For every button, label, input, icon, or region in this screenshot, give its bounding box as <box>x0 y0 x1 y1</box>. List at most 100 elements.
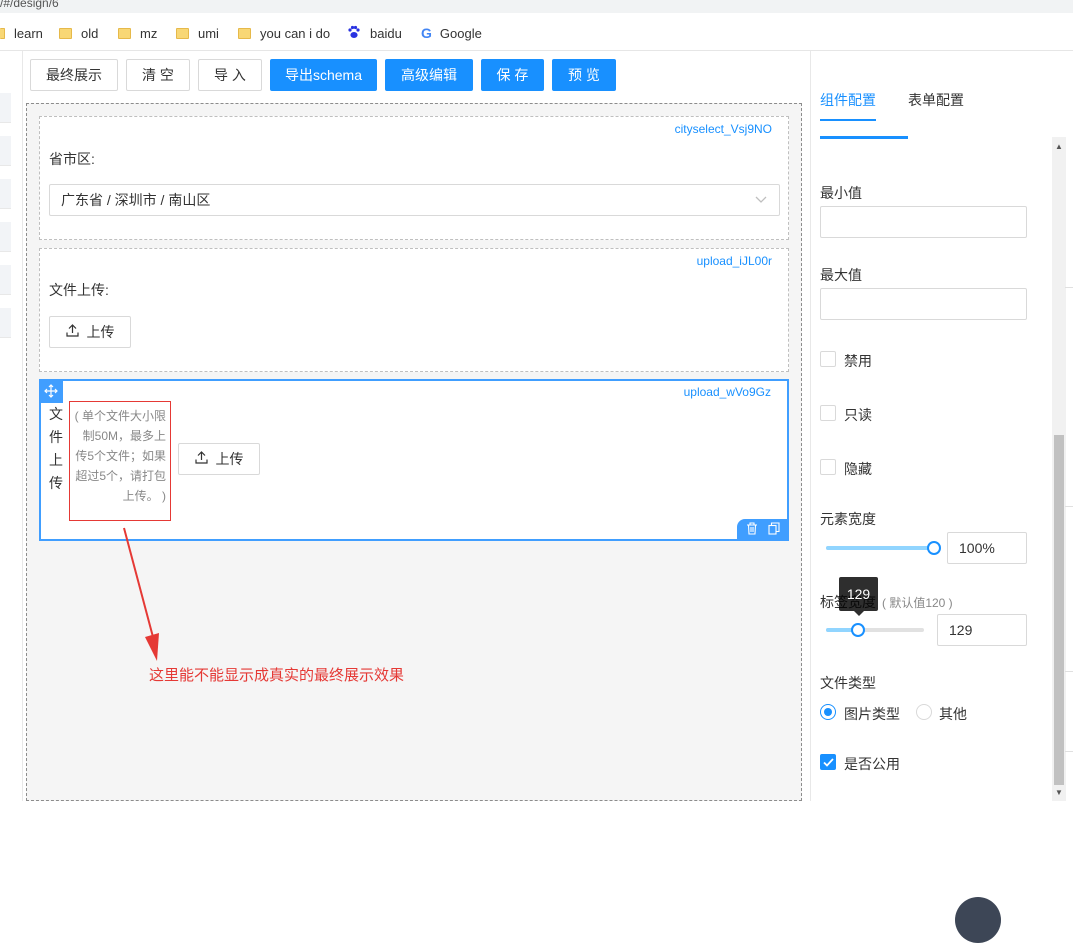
width-slider-fill <box>826 546 934 550</box>
bookmark-baidu[interactable]: baidu <box>347 24 402 42</box>
width-slider[interactable] <box>826 546 934 550</box>
google-g-icon: G <box>421 25 432 41</box>
max-value-input[interactable] <box>820 288 1027 320</box>
hidden-label: 隐藏 <box>844 461 872 477</box>
hint-line: 制50M，最多上 <box>82 429 166 443</box>
label-width-slider[interactable] <box>826 628 924 632</box>
folder-icon <box>118 27 131 39</box>
check-icon <box>822 757 834 767</box>
folder-icon <box>59 27 72 39</box>
city-cascader[interactable]: 广东省 / 深圳市 / 南山区 <box>49 184 780 216</box>
label-width-hint: ( 默认值120 ) <box>882 596 953 610</box>
readonly-label: 只读 <box>844 407 872 423</box>
bookmark-mz[interactable]: mz <box>118 24 157 42</box>
disabled-checkbox[interactable] <box>820 351 836 367</box>
label-char: 件 <box>49 429 63 445</box>
radio-other[interactable] <box>916 704 932 720</box>
upload-button[interactable]: 上传 <box>178 443 260 475</box>
field-id: upload_wVo9Gz <box>683 385 771 399</box>
upload-hint-text: ( 单个文件大小限 制50M，最多上 传5个文件；如果 超过5个，请打包 上传。… <box>69 401 171 521</box>
url-text: /#/design/6 <box>0 0 59 10</box>
right-edge-remnant <box>1065 51 1073 801</box>
annotation-text: 这里能不能显示成真实的最终展示效果 <box>149 667 405 684</box>
element-width-label: 元素宽度 <box>820 511 876 527</box>
preview-button[interactable]: 预 览 <box>552 59 616 91</box>
label-width-input[interactable]: 129 <box>937 614 1027 646</box>
save-button[interactable]: 保 存 <box>481 59 544 91</box>
slider-tooltip: 129 <box>839 577 878 616</box>
chevron-down-icon <box>755 185 767 225</box>
bookmark-label: umi <box>198 25 219 41</box>
folder-icon <box>238 27 251 39</box>
left-sidebar-edge <box>0 51 11 351</box>
bookmark-label: mz <box>140 25 158 41</box>
hint-line: 超过5个，请打包 <box>75 469 166 483</box>
hint-line: ( 单个文件大小限 <box>74 409 166 423</box>
city-select-field[interactable]: cityselect_Vsj9NO 省市区: 广东省 / 深圳市 / 南山区 <box>39 116 789 240</box>
upload-field[interactable]: upload_iJL00r 文件上传: 上传 <box>39 248 789 372</box>
public-checkbox[interactable] <box>820 754 836 770</box>
bookmark-umi[interactable]: umi <box>176 24 219 42</box>
clear-button[interactable]: 清 空 <box>126 59 190 91</box>
radio-other-label: 其他 <box>939 706 967 722</box>
min-value-label: 最小值 <box>820 185 862 201</box>
annotation-arrow-icon <box>123 527 159 661</box>
bookmark-label: learn <box>14 25 43 41</box>
public-label: 是否公用 <box>844 756 900 772</box>
radio-image-type[interactable] <box>820 704 836 720</box>
copy-icon[interactable] <box>768 522 780 538</box>
advanced-edit-button[interactable]: 高级编辑 <box>385 59 473 91</box>
import-button[interactable]: 导 入 <box>198 59 262 91</box>
upload-field-selected[interactable]: upload_wVo9Gz 文 件 上 传 ( 单个文件大小限 制50M，最多上… <box>39 379 789 541</box>
cascader-value: 广东省 / 深圳市 / 南山区 <box>61 192 211 208</box>
folder-icon <box>0 27 5 39</box>
max-value-label: 最大值 <box>820 267 862 283</box>
bookmark-old[interactable]: old <box>59 24 98 42</box>
upload-button[interactable]: 上传 <box>49 316 131 348</box>
label-char: 文 <box>49 406 63 422</box>
folder-icon <box>176 27 189 39</box>
file-type-label: 文件类型 <box>820 675 876 691</box>
field-label: 省市区: <box>49 151 95 167</box>
delete-icon[interactable] <box>746 522 758 538</box>
tab-form-config[interactable]: 表单配置 <box>908 90 964 110</box>
final-display-button[interactable]: 最终展示 <box>30 59 118 91</box>
bookmarks-bar: learn old mz umi you can i do baidu G Go… <box>0 13 1073 51</box>
config-scrollbar[interactable]: ▲ ▼ <box>1052 137 1066 801</box>
upload-icon <box>194 451 208 467</box>
hint-line: 传5个文件；如果 <box>75 449 166 463</box>
upload-icon <box>65 324 79 340</box>
width-slider-handle[interactable] <box>927 541 941 555</box>
design-canvas[interactable]: cityselect_Vsj9NO 省市区: 广东省 / 深圳市 / 南山区 u… <box>26 103 802 801</box>
bookmark-label: old <box>81 25 99 41</box>
export-schema-button[interactable]: 导出schema <box>270 59 377 91</box>
label-char: 传 <box>49 475 63 491</box>
address-bar[interactable]: /#/design/6 <box>0 0 1073 13</box>
bookmark-label: Google <box>439 25 482 41</box>
min-value-input[interactable] <box>820 206 1027 238</box>
field-label: 文件上传: <box>49 282 109 298</box>
readonly-checkbox[interactable] <box>820 405 836 421</box>
width-input[interactable]: 100% <box>947 532 1027 564</box>
bookmark-label: baidu <box>370 25 402 41</box>
field-label-vertical: 文 件 上 传 <box>49 403 65 495</box>
label-width-slider-handle[interactable] <box>851 623 866 637</box>
tab-component-config[interactable]: 组件配置 <box>820 90 876 110</box>
bookmark-you-can-i-do[interactable]: you can i do <box>238 24 330 42</box>
config-panel: 组件配置 表单配置 最小值 最大值 禁用 只读 隐藏 元素宽度 100% 标签宽… <box>810 51 1073 801</box>
scroll-down-icon[interactable]: ▼ <box>1052 785 1066 799</box>
scroll-up-icon[interactable]: ▲ <box>1052 139 1066 153</box>
baidu-paw-icon <box>347 25 361 42</box>
tab-ink-bar <box>820 119 876 121</box>
field-id: cityselect_Vsj9NO <box>674 122 772 136</box>
upload-button-label: 上传 <box>86 324 115 340</box>
radio-image-type-label: 图片类型 <box>844 706 900 722</box>
move-icon[interactable] <box>39 379 63 403</box>
bookmark-learn[interactable]: learn <box>0 24 43 42</box>
floating-avatar[interactable] <box>955 897 1001 943</box>
bookmark-label: you can i do <box>260 25 331 41</box>
bookmark-google[interactable]: G Google <box>421 24 482 42</box>
upload-button-label: 上传 <box>215 451 244 467</box>
scrollbar-thumb[interactable] <box>1054 435 1064 785</box>
hidden-checkbox[interactable] <box>820 459 836 475</box>
